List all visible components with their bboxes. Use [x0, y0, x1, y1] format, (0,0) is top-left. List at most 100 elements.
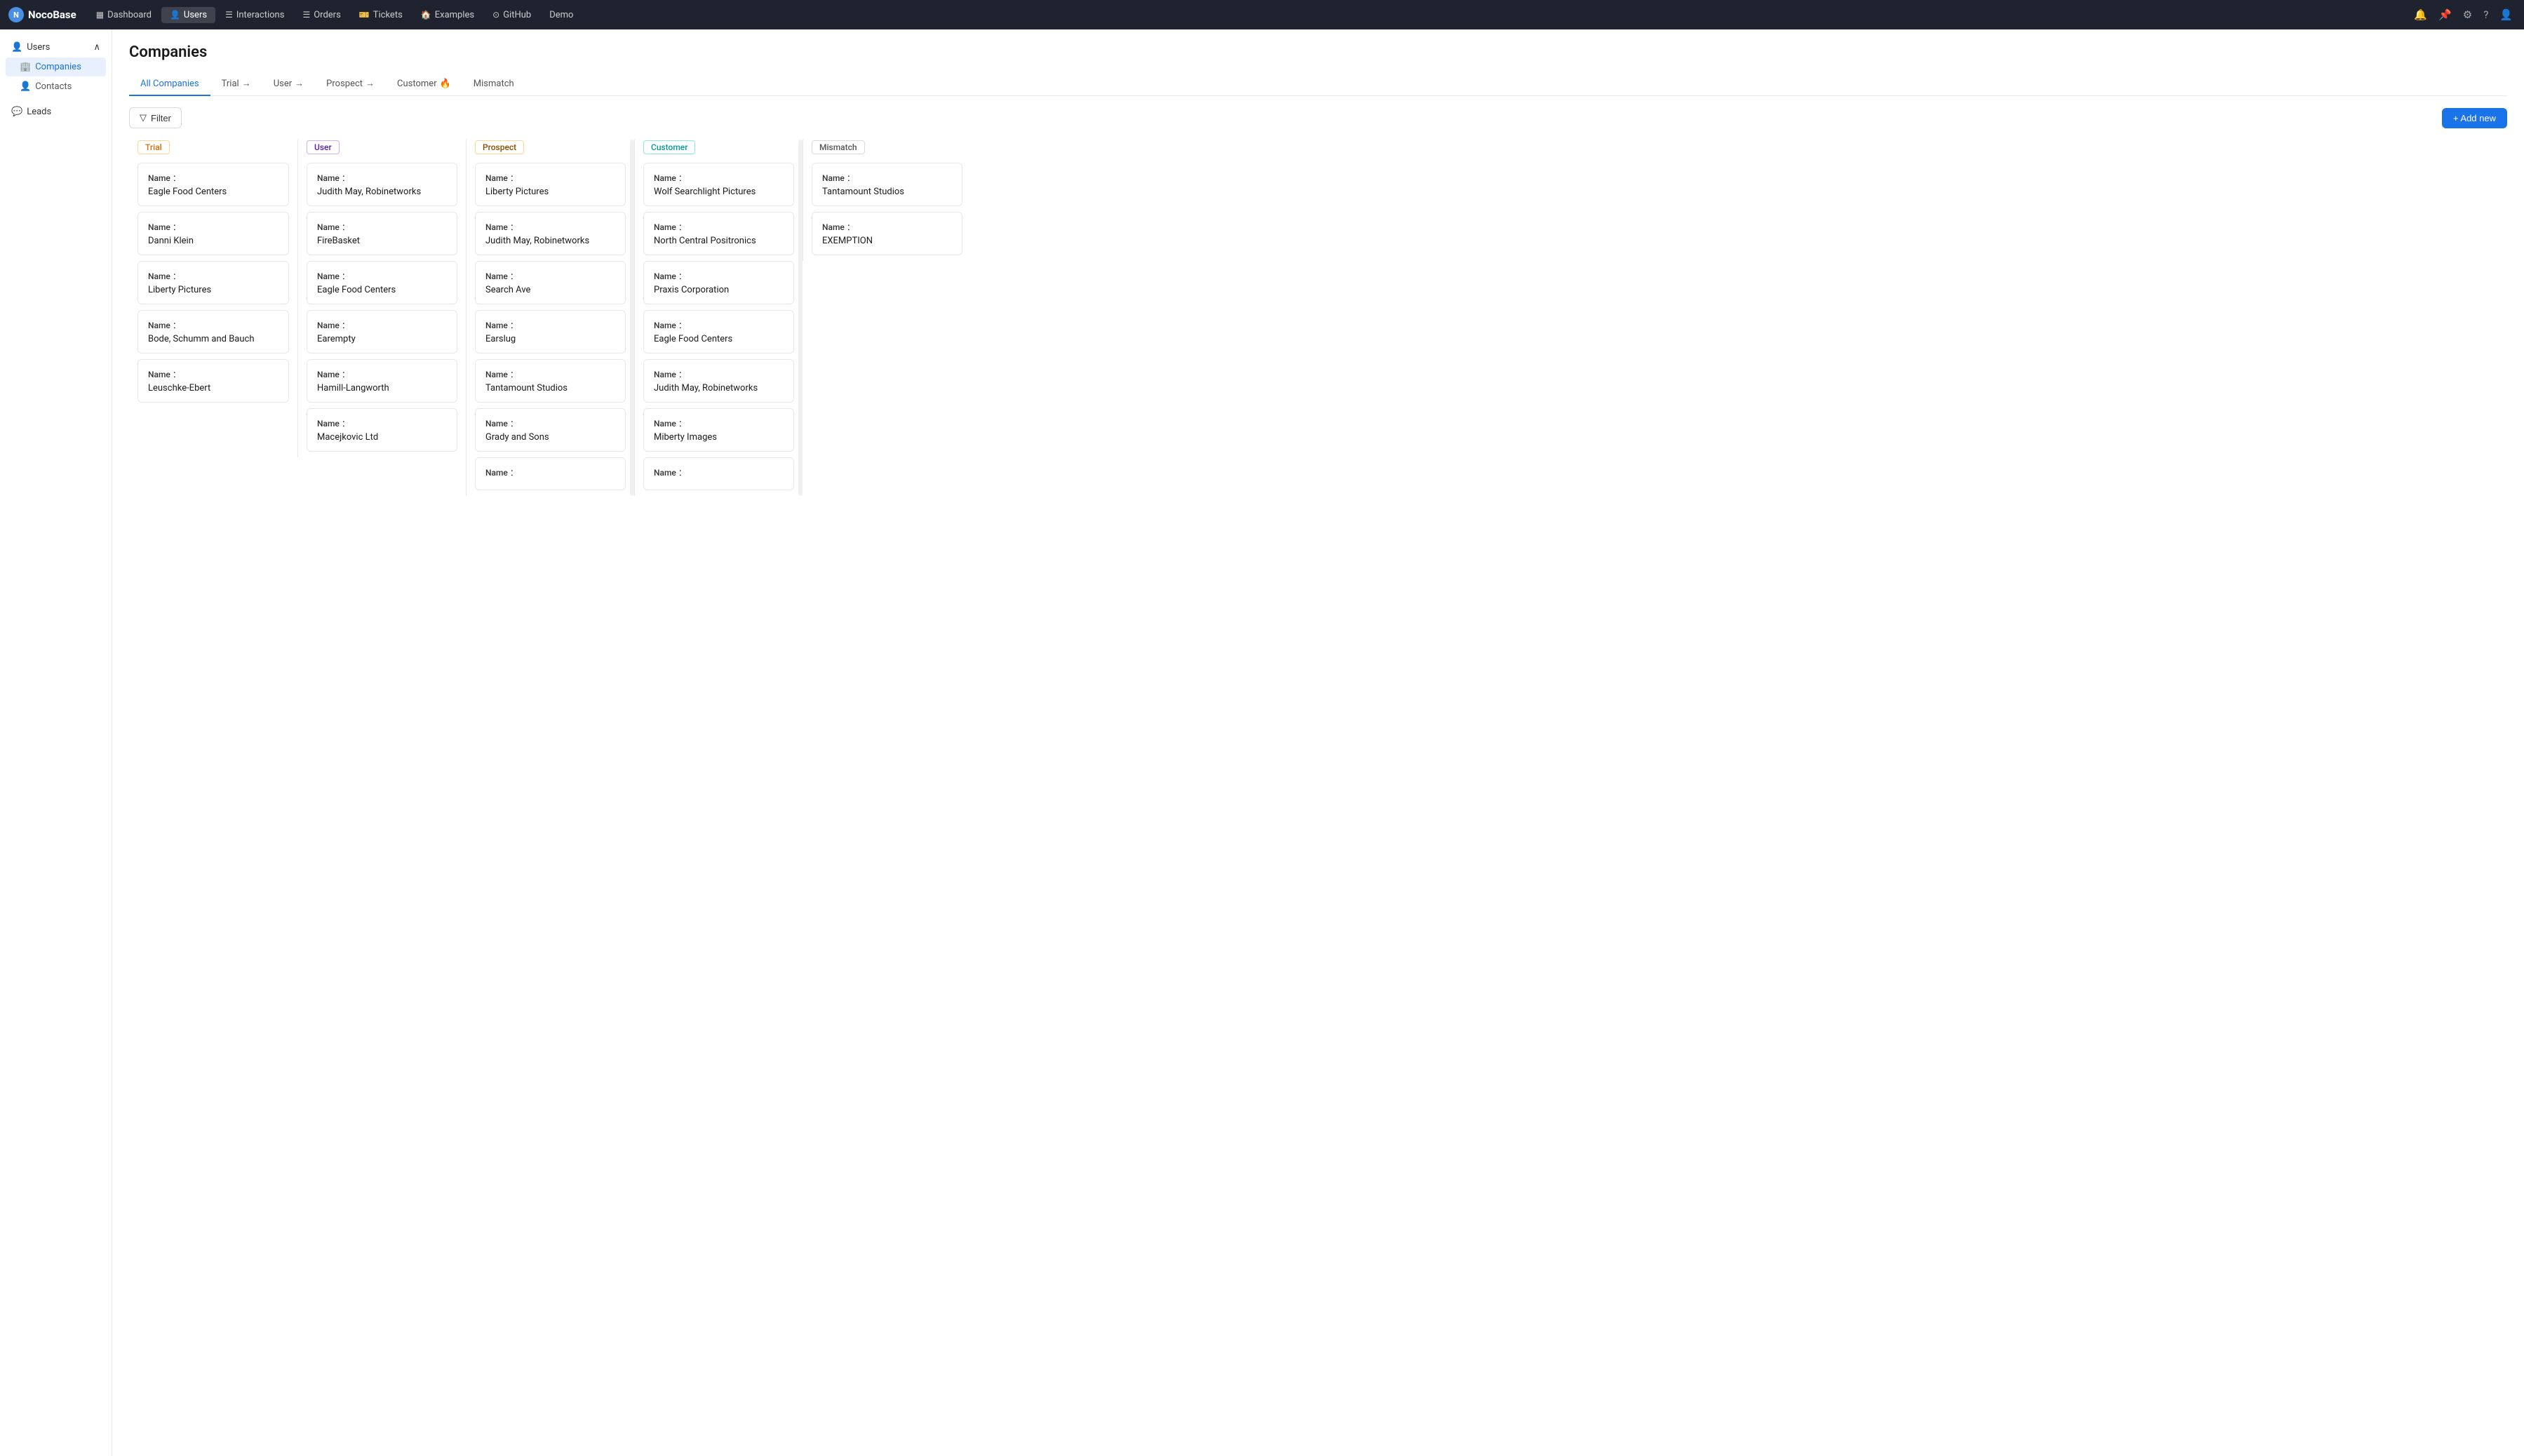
tab-customer-emoji: 🔥: [440, 79, 451, 89]
topnav-users[interactable]: 👤 Users: [161, 7, 215, 23]
badge-user: User: [307, 140, 340, 154]
tickets-icon: 🎫: [359, 10, 370, 20]
kanban-column-trial-inner: Trial Name ： Eagle Food Centers Name ： D…: [129, 140, 297, 403]
card-value: Grady and Sons: [485, 432, 615, 443]
kanban-card[interactable]: Name ： Hamill-Langworth: [307, 359, 457, 403]
logo-text: NocoBase: [28, 8, 76, 21]
kanban-card[interactable]: Name ： Grady and Sons: [475, 408, 626, 452]
card-value: Leuschke-Ebert: [148, 383, 278, 393]
kanban-card[interactable]: Name ： Leuschke-Ebert: [137, 359, 289, 403]
bell-icon[interactable]: 🔔: [2411, 6, 2430, 24]
card-value: Hamill-Langworth: [317, 383, 447, 393]
filter-button[interactable]: ▽ Filter: [129, 107, 182, 128]
tab-trial-suffix: →: [242, 78, 251, 89]
kanban-card[interactable]: Name ： North Central Positronics: [643, 212, 794, 255]
user-avatar-icon[interactable]: 👤: [2497, 6, 2516, 24]
kanban-card[interactable]: Name ： Eagle Food Centers: [307, 261, 457, 304]
tab-all-companies-label: All Companies: [140, 79, 199, 89]
tab-prospect-suffix: →: [365, 78, 375, 89]
topnav-orders[interactable]: ☰ Orders: [294, 7, 349, 23]
companies-icon: 🏢: [20, 62, 31, 72]
card-value: Search Ave: [485, 285, 615, 295]
kanban-card[interactable]: Name ： EXEMPTION: [812, 212, 962, 255]
card-label: Name ：: [317, 270, 447, 282]
card-value: Praxis Corporation: [654, 285, 784, 295]
card-value: Miberty Images: [654, 432, 784, 443]
tab-user[interactable]: User →: [262, 72, 315, 96]
card-label: Name ：: [654, 466, 784, 478]
tab-all-companies[interactable]: All Companies: [129, 73, 210, 96]
kanban-card[interactable]: Name ： Search Ave: [475, 261, 626, 304]
kanban-card[interactable]: Name ： Tantamount Studios: [475, 359, 626, 403]
card-value: Wolf Searchlight Pictures: [654, 187, 784, 197]
topnav-demo[interactable]: Demo: [541, 7, 582, 23]
sidebar-item-companies[interactable]: 🏢 Companies: [6, 58, 106, 76]
topnav-interactions[interactable]: ☰ Interactions: [217, 7, 293, 23]
card-label: Name ：: [654, 319, 784, 331]
card-value: Tantamount Studios: [822, 187, 952, 197]
kanban-card[interactable]: Name ： Bode, Schumm and Bauch: [137, 310, 289, 353]
tab-prospect[interactable]: Prospect →: [315, 72, 386, 96]
kanban-column-user: User Name ： Judith May, Robinetworks Nam…: [297, 140, 466, 457]
kanban-card[interactable]: Name ： Earempty: [307, 310, 457, 353]
layout: 👤 Users ∧ 🏢 Companies 👤 Contacts 💬 Leads: [0, 29, 2524, 1456]
kanban-card[interactable]: Name ： Judith May, Robinetworks: [475, 212, 626, 255]
logo[interactable]: N NocoBase: [8, 7, 76, 22]
sidebar: 👤 Users ∧ 🏢 Companies 👤 Contacts 💬 Leads: [0, 29, 112, 1456]
tab-customer[interactable]: Customer 🔥: [386, 73, 462, 96]
kanban-card[interactable]: Name ： Tantamount Studios: [812, 163, 962, 206]
card-label: Name ：: [485, 172, 615, 184]
sidebar-group-users[interactable]: 👤 Users ∧: [6, 38, 106, 57]
topnav-examples[interactable]: 🏠 Examples: [412, 7, 483, 23]
sidebar-group-leads[interactable]: 💬 Leads: [6, 102, 106, 121]
kanban-card[interactable]: Name ：: [475, 457, 626, 490]
tab-user-label: User: [274, 79, 292, 89]
card-label: Name ：: [654, 368, 784, 380]
kanban-card[interactable]: Name ： Judith May, Robinetworks: [643, 359, 794, 403]
kanban-card[interactable]: Name ： Earslug: [475, 310, 626, 353]
column-header-customer: Customer: [643, 140, 794, 154]
kanban-card[interactable]: Name ： Judith May, Robinetworks: [307, 163, 457, 206]
card-value: North Central Positronics: [654, 236, 784, 246]
card-label: Name ：: [317, 368, 447, 380]
topnav-dashboard[interactable]: ▦ Dashboard: [88, 7, 160, 23]
topnav-github[interactable]: ⊙ GitHub: [484, 7, 539, 23]
kanban-card[interactable]: Name ： Miberty Images: [643, 408, 794, 452]
kanban-card[interactable]: Name ： Liberty Pictures: [475, 163, 626, 206]
card-label: Name ：: [654, 221, 784, 233]
kanban-card[interactable]: Name ： Wolf Searchlight Pictures: [643, 163, 794, 206]
card-label: Name ：: [654, 270, 784, 282]
sidebar-item-contacts[interactable]: 👤 Contacts: [6, 77, 106, 96]
kanban-card[interactable]: Name ： Macejkovic Ltd: [307, 408, 457, 452]
kanban-card[interactable]: Name ：: [643, 457, 794, 490]
sidebar-leads-group-label: Leads: [27, 107, 51, 117]
topnav-demo-label: Demo: [549, 10, 573, 20]
badge-prospect: Prospect: [475, 140, 524, 154]
topnav-github-label: GitHub: [503, 10, 531, 20]
card-value: Judith May, Robinetworks: [654, 383, 784, 393]
kanban-card[interactable]: Name ： Danni Klein: [137, 212, 289, 255]
pin-icon[interactable]: 📌: [2436, 6, 2455, 24]
card-label: Name ：: [485, 270, 615, 282]
card-label: Name ：: [822, 221, 952, 233]
tab-customer-label: Customer: [397, 79, 437, 89]
topnav-tickets[interactable]: 🎫 Tickets: [351, 7, 411, 23]
tab-prospect-label: Prospect: [326, 79, 363, 89]
settings-icon[interactable]: ⚙: [2460, 6, 2475, 24]
add-new-label: + Add new: [2453, 113, 2496, 123]
tab-trial[interactable]: Trial →: [210, 72, 262, 96]
sidebar-companies-label: Companies: [35, 62, 81, 72]
kanban-card[interactable]: Name ： FireBasket: [307, 212, 457, 255]
card-label: Name ：: [822, 172, 952, 184]
add-new-button[interactable]: + Add new: [2442, 108, 2507, 128]
page-title: Companies: [129, 43, 2507, 61]
help-icon[interactable]: ?: [2481, 6, 2491, 24]
kanban-card[interactable]: Name ： Eagle Food Centers: [137, 163, 289, 206]
card-label: Name ：: [485, 221, 615, 233]
kanban-card[interactable]: Name ： Liberty Pictures: [137, 261, 289, 304]
kanban-card[interactable]: Name ： Eagle Food Centers: [643, 310, 794, 353]
tab-mismatch[interactable]: Mismatch: [462, 73, 525, 96]
kanban-card[interactable]: Name ： Praxis Corporation: [643, 261, 794, 304]
card-label: Name ：: [485, 368, 615, 380]
main-content: Companies All Companies Trial → User → P…: [112, 29, 2524, 1456]
